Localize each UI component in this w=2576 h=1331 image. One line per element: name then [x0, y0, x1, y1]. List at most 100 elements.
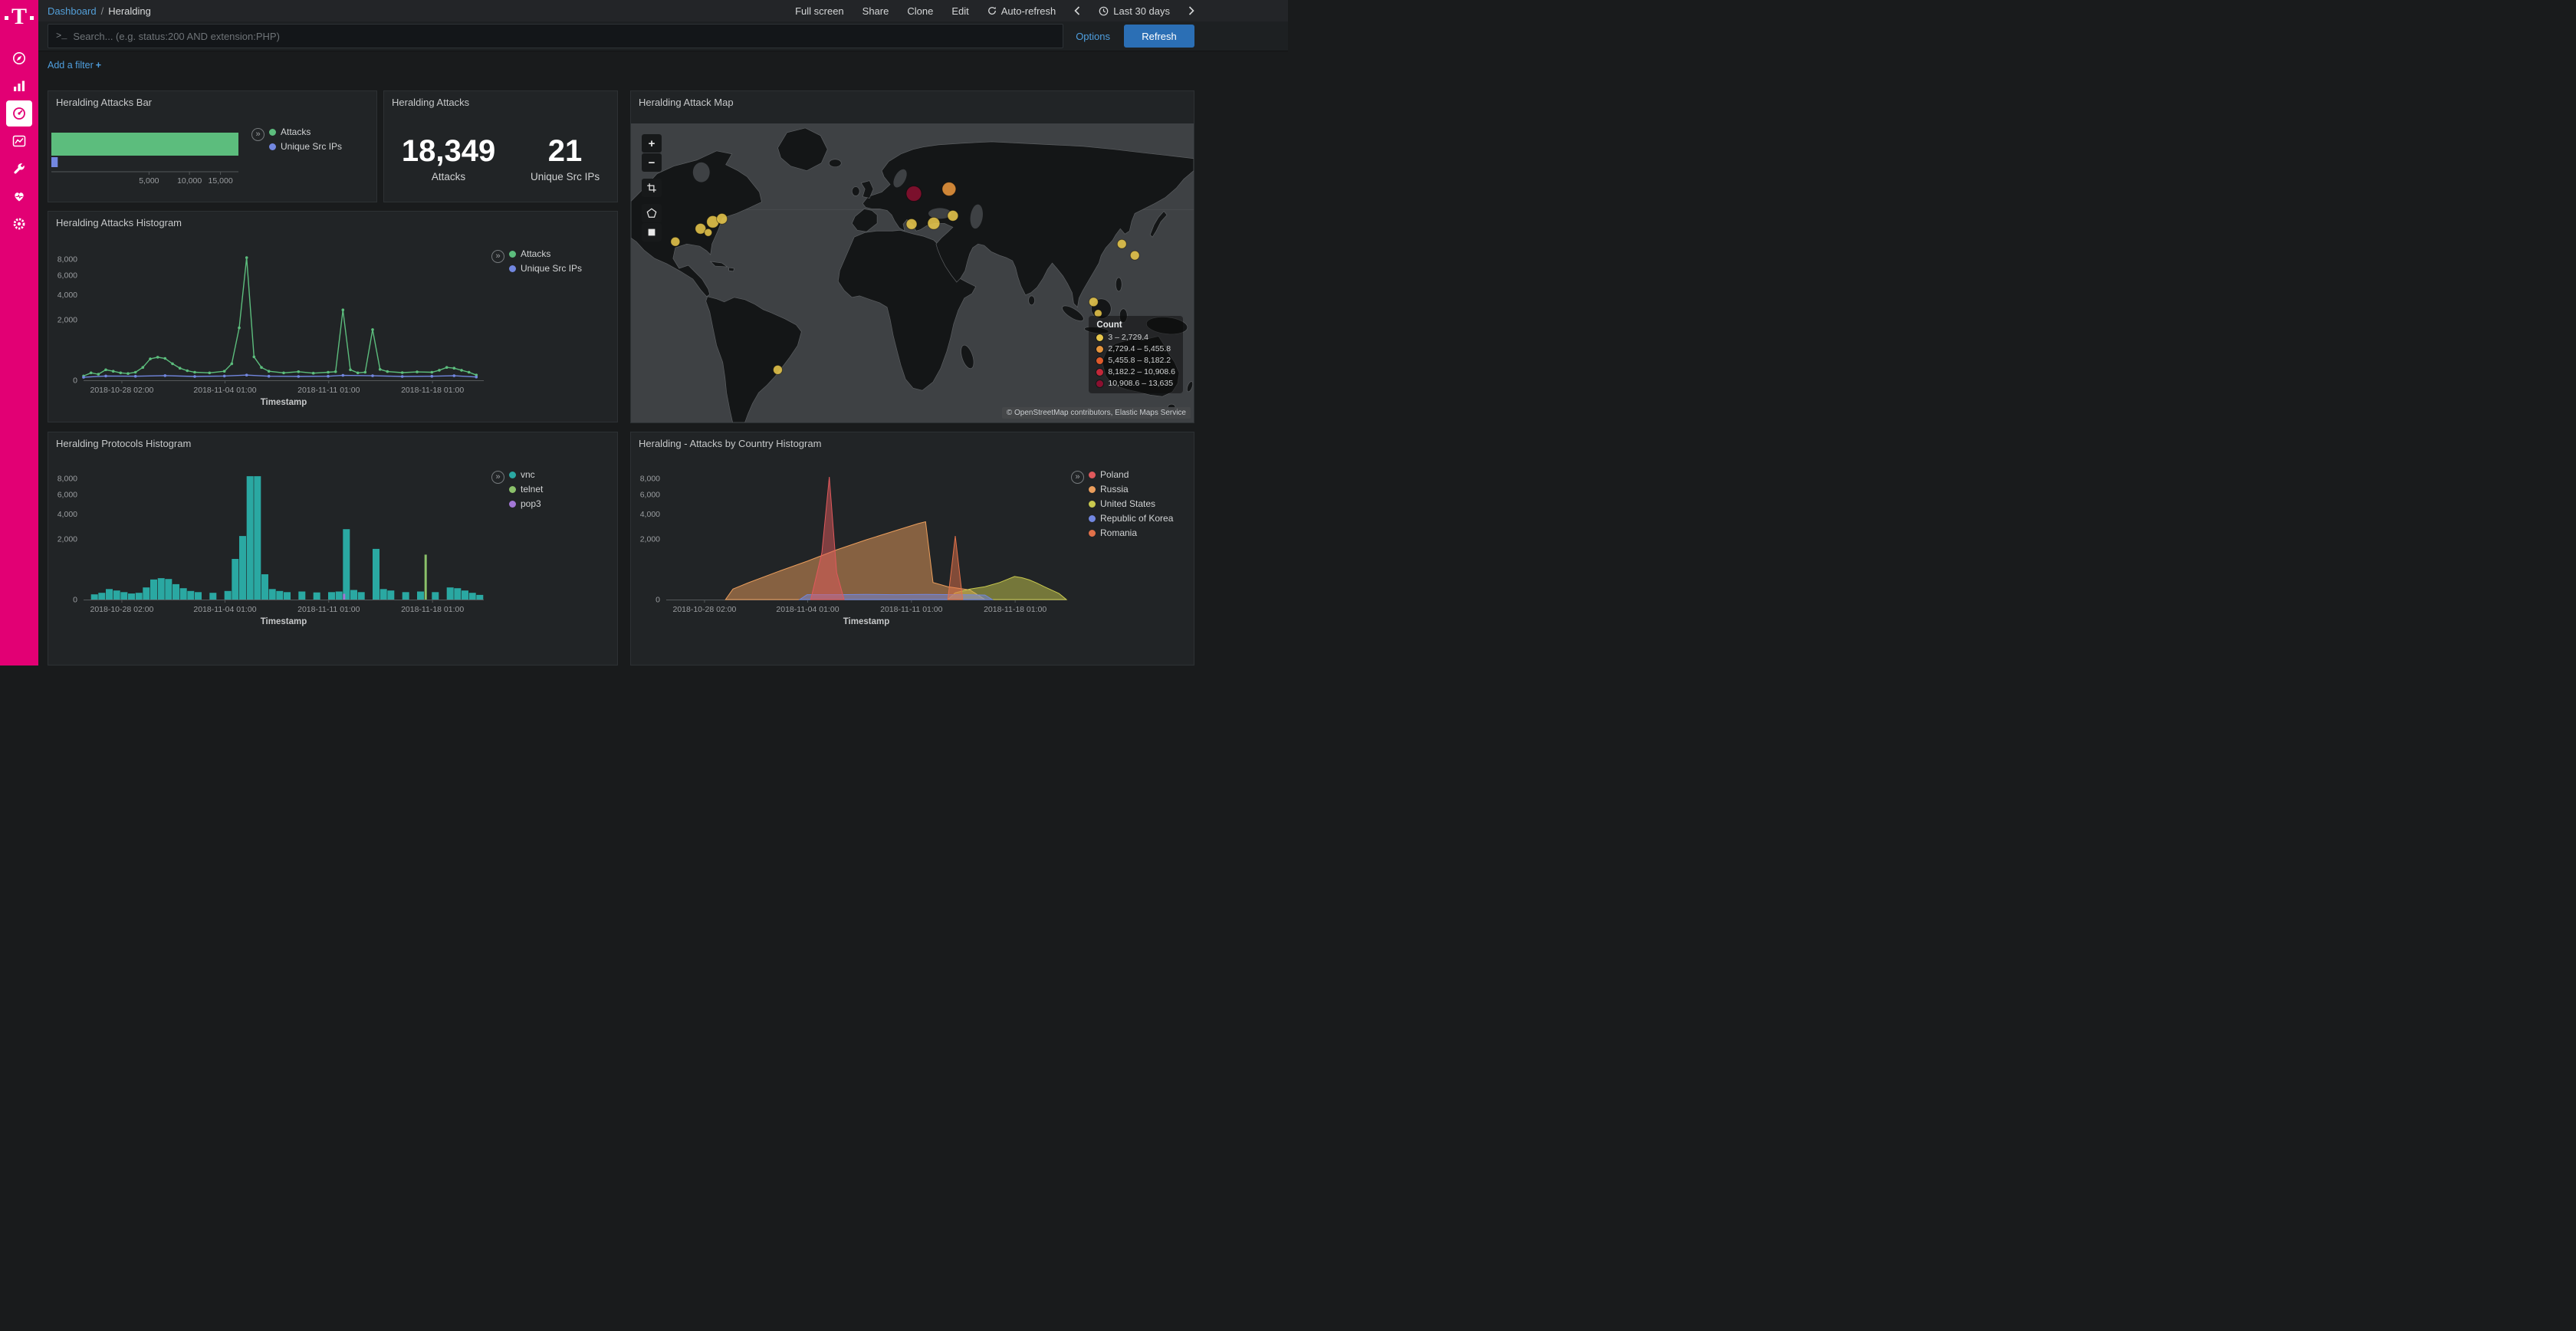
legend-item[interactable]: Romania	[1089, 527, 1173, 538]
legend-label: Russia	[1100, 484, 1129, 495]
attacks-histogram-chart[interactable]: 02,0004,0006,0008,0002018-10-28 02:00201…	[48, 212, 617, 422]
sidebar-item-dev-tools[interactable]	[6, 156, 32, 182]
legend-color-dot	[1089, 501, 1096, 508]
map-legend-rows: 3 – 2,729.4 2,729.4 – 5,455.8 5,455.8 – 8,…	[1096, 333, 1175, 388]
map-marker	[906, 219, 917, 229]
map-legend-row: 2,729.4 – 5,455.8	[1096, 344, 1175, 353]
clock-icon	[1099, 6, 1109, 16]
breadcrumb-separator: /	[101, 5, 104, 17]
sidebar-item-management[interactable]	[6, 211, 32, 237]
search-input[interactable]	[71, 30, 1063, 43]
sidebar-item-timelion[interactable]	[6, 128, 32, 154]
legend-collapse-icon[interactable]	[491, 471, 504, 484]
legend-collapse-icon[interactable]	[1071, 471, 1084, 484]
country-histogram-chart[interactable]: 02,0004,0006,0008,0002018-10-28 02:00201…	[631, 432, 1194, 665]
chart-legend: vnc telnet pop3	[491, 469, 543, 513]
topnav-actions: Full screen Share Clone Edit Auto-refresh L…	[795, 5, 1288, 17]
breadcrumb-dashboard-link[interactable]: Dashboard	[48, 5, 97, 17]
add-filter-link[interactable]: Add a filter+	[48, 60, 101, 71]
breadcrumb: Dashboard / Heralding	[48, 5, 151, 17]
legend-item[interactable]: Republic of Korea	[1089, 513, 1173, 524]
sri-lanka	[1029, 296, 1035, 305]
refresh-button[interactable]: Refresh	[1124, 25, 1194, 48]
legend-color-dot	[509, 472, 516, 478]
svg-text:5,000: 5,000	[139, 176, 159, 186]
legend-label: telnet	[521, 484, 543, 495]
map-legend-row: 5,455.8 – 8,182.2	[1096, 356, 1175, 365]
map-legend-range-label: 10,908.6 – 13,635	[1108, 379, 1173, 388]
legend-item[interactable]: telnet	[509, 484, 543, 495]
map-marker	[942, 182, 956, 196]
chart-legend: Poland Russia United States Republic of Kor…	[1071, 469, 1173, 542]
app-sidebar: T	[0, 0, 38, 666]
sidebar-item-visualize[interactable]	[6, 73, 32, 99]
svg-text:2,000: 2,000	[58, 316, 77, 325]
legend-label: Poland	[1100, 469, 1129, 480]
nav-action-full-screen[interactable]: Full screen	[795, 5, 844, 17]
svg-text:4,000: 4,000	[640, 510, 660, 519]
sidebar-item-discover[interactable]	[6, 45, 32, 71]
map-zoom-in-button[interactable]: +	[642, 134, 662, 153]
map-legend-title: Count	[1096, 320, 1175, 330]
legend-label: Attacks	[521, 248, 550, 259]
legend-item[interactable]: pop3	[509, 498, 543, 509]
svg-text:2018-11-04 01:00: 2018-11-04 01:00	[193, 605, 256, 614]
legend-item[interactable]: Attacks	[509, 248, 582, 259]
map-marker	[948, 210, 958, 221]
legend-collapse-icon[interactable]	[251, 128, 264, 141]
telekom-logo[interactable]: T	[0, 7, 38, 28]
logo-dot	[30, 16, 34, 20]
svg-text:2018-11-04 01:00: 2018-11-04 01:00	[776, 605, 839, 614]
svg-text:6,000: 6,000	[58, 271, 77, 281]
breadcrumb-current: Heralding	[108, 5, 151, 17]
refresh-cycle-icon	[987, 6, 997, 15]
map-legend-range-label: 3 – 2,729.4	[1108, 333, 1148, 342]
legend-label: vnc	[521, 469, 535, 480]
map-controls: + −	[642, 134, 662, 242]
search-box: >_	[48, 24, 1063, 48]
legend-item[interactable]: Russia	[1089, 484, 1173, 495]
svg-text:0: 0	[656, 596, 660, 605]
map-zoom-out-button[interactable]: −	[642, 153, 662, 172]
map-marker	[717, 213, 728, 224]
top-navbar: Dashboard / Heralding Full screen Share Cl…	[38, 0, 1288, 21]
query-options-link[interactable]: Options	[1076, 31, 1110, 42]
legend-label: Unique Src IPs	[521, 263, 582, 274]
sidebar-item-monitoring[interactable]	[6, 183, 32, 209]
map-legend-color-dot	[1096, 346, 1103, 353]
legend-collapse-icon[interactable]	[491, 250, 504, 263]
legend-item[interactable]: Unique Src IPs	[269, 141, 342, 152]
legend-item[interactable]: Attacks	[269, 127, 342, 137]
map-fit-bounds-button[interactable]	[642, 179, 662, 197]
panel-heralding-attack-map: Heralding Attack Map	[630, 90, 1194, 423]
nav-action-share[interactable]: Share	[863, 5, 889, 17]
nav-action-clone[interactable]: Clone	[907, 5, 933, 17]
svg-text:10,000: 10,000	[177, 176, 202, 186]
legend-item[interactable]: vnc	[509, 469, 543, 480]
auto-refresh-button[interactable]: Auto-refresh	[987, 5, 1056, 17]
panel-heralding-attacks-histogram: Heralding Attacks Histogram 02,0004,0006…	[48, 211, 618, 422]
map-legend-row: 8,182.2 – 10,908.6	[1096, 367, 1175, 376]
map-draw-rectangle-button[interactable]	[642, 223, 662, 242]
panel-title: Heralding Attacks	[384, 91, 617, 108]
timelion-icon	[12, 133, 27, 149]
time-next-button[interactable]	[1188, 6, 1194, 15]
map-draw-polygon-button[interactable]	[642, 204, 662, 222]
legend-item[interactable]: United States	[1089, 498, 1173, 509]
time-range-picker[interactable]: Last 30 days	[1099, 5, 1170, 17]
metric-value: 21	[531, 134, 600, 168]
metric-label: Unique Src IPs	[531, 171, 600, 182]
protocols-histogram-chart[interactable]: 02,0004,0006,0008,0002018-10-28 02:00201…	[48, 432, 617, 665]
legend-item[interactable]: Poland	[1089, 469, 1173, 480]
time-prev-button[interactable]	[1074, 6, 1080, 15]
map-marker	[1130, 251, 1139, 260]
compass-icon	[12, 51, 27, 66]
svg-text:Timestamp: Timestamp	[261, 617, 307, 626]
map-legend-color-dot	[1096, 357, 1103, 364]
legend-color-dot	[509, 251, 516, 258]
query-bar: >_ Options Refresh	[38, 21, 1288, 51]
nav-action-edit[interactable]: Edit	[951, 5, 968, 17]
sidebar-item-dashboard[interactable]	[6, 100, 32, 127]
metric: 18,349Attacks	[402, 134, 495, 182]
legend-item[interactable]: Unique Src IPs	[509, 263, 582, 274]
